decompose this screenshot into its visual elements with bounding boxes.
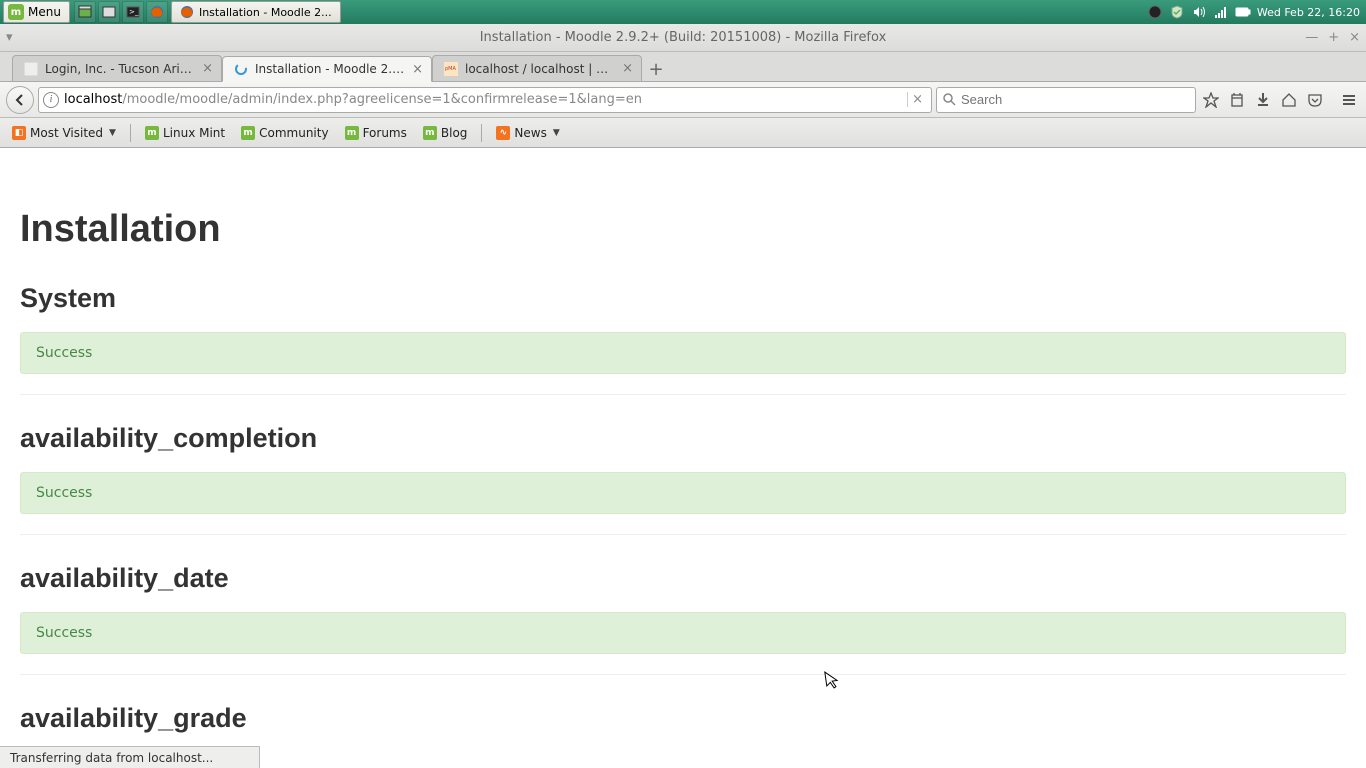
site-info-icon[interactable]: i bbox=[43, 92, 59, 108]
section-heading: System bbox=[20, 283, 1346, 314]
bookmark-most-visited[interactable]: ◧ Most Visited ▼ bbox=[6, 123, 122, 143]
library-icon[interactable] bbox=[1226, 89, 1248, 111]
phpmyadmin-icon: pMA bbox=[443, 61, 459, 77]
tab-close-icon[interactable]: × bbox=[200, 61, 215, 76]
home-icon[interactable] bbox=[1278, 89, 1300, 111]
stop-reload-icon[interactable]: × bbox=[907, 92, 927, 107]
tab-login-inc[interactable]: Login, Inc. - Tucson Arizona B... × bbox=[12, 55, 222, 81]
show-desktop-icon[interactable] bbox=[74, 1, 96, 23]
tab-moodle-installation[interactable]: Installation - Moodle 2.9.... × bbox=[222, 56, 432, 82]
tab-phpmyadmin[interactable]: pMA localhost / localhost | ph... × bbox=[432, 55, 642, 81]
mint-logo-icon: m bbox=[8, 4, 24, 20]
clock[interactable]: Wed Feb 22, 16:20 bbox=[1257, 6, 1360, 19]
bookmark-linux-mint[interactable]: m Linux Mint bbox=[139, 123, 231, 143]
bookmark-separator bbox=[130, 124, 131, 142]
install-section: availability_completion Success bbox=[20, 423, 1346, 535]
status-success: Success bbox=[20, 472, 1346, 514]
section-heading: availability_completion bbox=[20, 423, 1346, 454]
install-section: System Success bbox=[20, 283, 1346, 395]
loading-spinner-icon bbox=[233, 61, 249, 77]
url-text: localhost/moodle/moodle/admin/index.php?… bbox=[64, 92, 902, 107]
tray-network-icon[interactable] bbox=[1213, 4, 1229, 20]
tray-shield-icon[interactable] bbox=[1169, 4, 1185, 20]
rss-icon: ∿ bbox=[496, 126, 510, 140]
most-visited-icon: ◧ bbox=[12, 126, 26, 140]
files-icon[interactable] bbox=[98, 1, 120, 23]
tab-label: localhost / localhost | ph... bbox=[465, 62, 614, 76]
mint-icon: m bbox=[241, 126, 255, 140]
bookmark-blog[interactable]: m Blog bbox=[417, 123, 474, 143]
svg-text:>_: >_ bbox=[129, 8, 139, 16]
window-maximize-icon[interactable]: + bbox=[1328, 30, 1339, 45]
tab-label: Login, Inc. - Tucson Arizona B... bbox=[45, 62, 194, 76]
status-success: Success bbox=[20, 612, 1346, 654]
hamburger-menu-icon[interactable] bbox=[1338, 89, 1360, 111]
bookmark-news[interactable]: ∿ News ▼ bbox=[490, 123, 565, 143]
search-input[interactable] bbox=[961, 92, 1189, 107]
bookmark-community[interactable]: m Community bbox=[235, 123, 334, 143]
url-bar[interactable]: i localhost/moodle/moodle/admin/index.ph… bbox=[38, 87, 932, 113]
window-close-icon[interactable]: × bbox=[1349, 30, 1360, 45]
chevron-down-icon: ▼ bbox=[109, 128, 116, 138]
mint-icon: m bbox=[423, 126, 437, 140]
tab-bar: Login, Inc. - Tucson Arizona B... × Inst… bbox=[0, 52, 1366, 82]
window-titlebar: ▾ Installation - Moodle 2.9.2+ (Build: 2… bbox=[0, 24, 1366, 52]
taskbar-app-label: Installation - Moodle 2... bbox=[199, 6, 332, 19]
downloads-icon[interactable] bbox=[1252, 89, 1274, 111]
window-menu-icon[interactable]: ▾ bbox=[6, 30, 13, 45]
bookmarks-bar: ◧ Most Visited ▼ m Linux Mint m Communit… bbox=[0, 118, 1366, 148]
firefox-taskbar-icon[interactable] bbox=[146, 1, 168, 23]
chevron-down-icon: ▼ bbox=[553, 128, 560, 138]
start-menu-button[interactable]: m Menu bbox=[3, 1, 70, 23]
back-button[interactable] bbox=[6, 86, 34, 114]
window-minimize-icon[interactable]: — bbox=[1305, 30, 1318, 45]
bookmark-forums[interactable]: m Forums bbox=[339, 123, 413, 143]
section-heading: availability_date bbox=[20, 563, 1346, 594]
tray-app-icon[interactable] bbox=[1147, 4, 1163, 20]
search-icon bbox=[943, 93, 956, 106]
favicon-generic-icon bbox=[23, 61, 39, 77]
section-heading: availability_grade bbox=[20, 703, 1346, 734]
pocket-icon[interactable] bbox=[1304, 89, 1326, 111]
tab-label: Installation - Moodle 2.9.... bbox=[255, 62, 404, 76]
search-bar[interactable] bbox=[936, 87, 1196, 113]
taskbar-app-firefox[interactable]: Installation - Moodle 2... bbox=[171, 1, 341, 23]
status-bar: Transferring data from localhost... bbox=[0, 746, 260, 768]
bookmark-star-icon[interactable] bbox=[1200, 89, 1222, 111]
mint-icon: m bbox=[345, 126, 359, 140]
window-title: Installation - Moodle 2.9.2+ (Build: 201… bbox=[480, 30, 887, 45]
tray-battery-icon[interactable] bbox=[1235, 4, 1251, 20]
tray-volume-icon[interactable] bbox=[1191, 4, 1207, 20]
tab-close-icon[interactable]: × bbox=[620, 61, 635, 76]
status-text: Transferring data from localhost... bbox=[10, 751, 213, 765]
page-title: Installation bbox=[20, 208, 1346, 251]
status-success: Success bbox=[20, 332, 1346, 374]
taskbar: m Menu >_ Installation - Moodle 2... Wed… bbox=[0, 0, 1366, 24]
terminal-icon[interactable]: >_ bbox=[122, 1, 144, 23]
svg-text:pMA: pMA bbox=[445, 66, 456, 72]
nav-toolbar: i localhost/moodle/moodle/admin/index.ph… bbox=[0, 82, 1366, 118]
page-viewport[interactable]: Installation System Success availability… bbox=[0, 148, 1366, 746]
mint-icon: m bbox=[145, 126, 159, 140]
menu-label: Menu bbox=[28, 5, 61, 19]
tab-close-icon[interactable]: × bbox=[410, 62, 425, 77]
bookmark-separator bbox=[481, 124, 482, 142]
install-section: availability_grade Success bbox=[20, 703, 1346, 746]
new-tab-button[interactable]: + bbox=[642, 57, 670, 81]
install-section: availability_date Success bbox=[20, 563, 1346, 675]
